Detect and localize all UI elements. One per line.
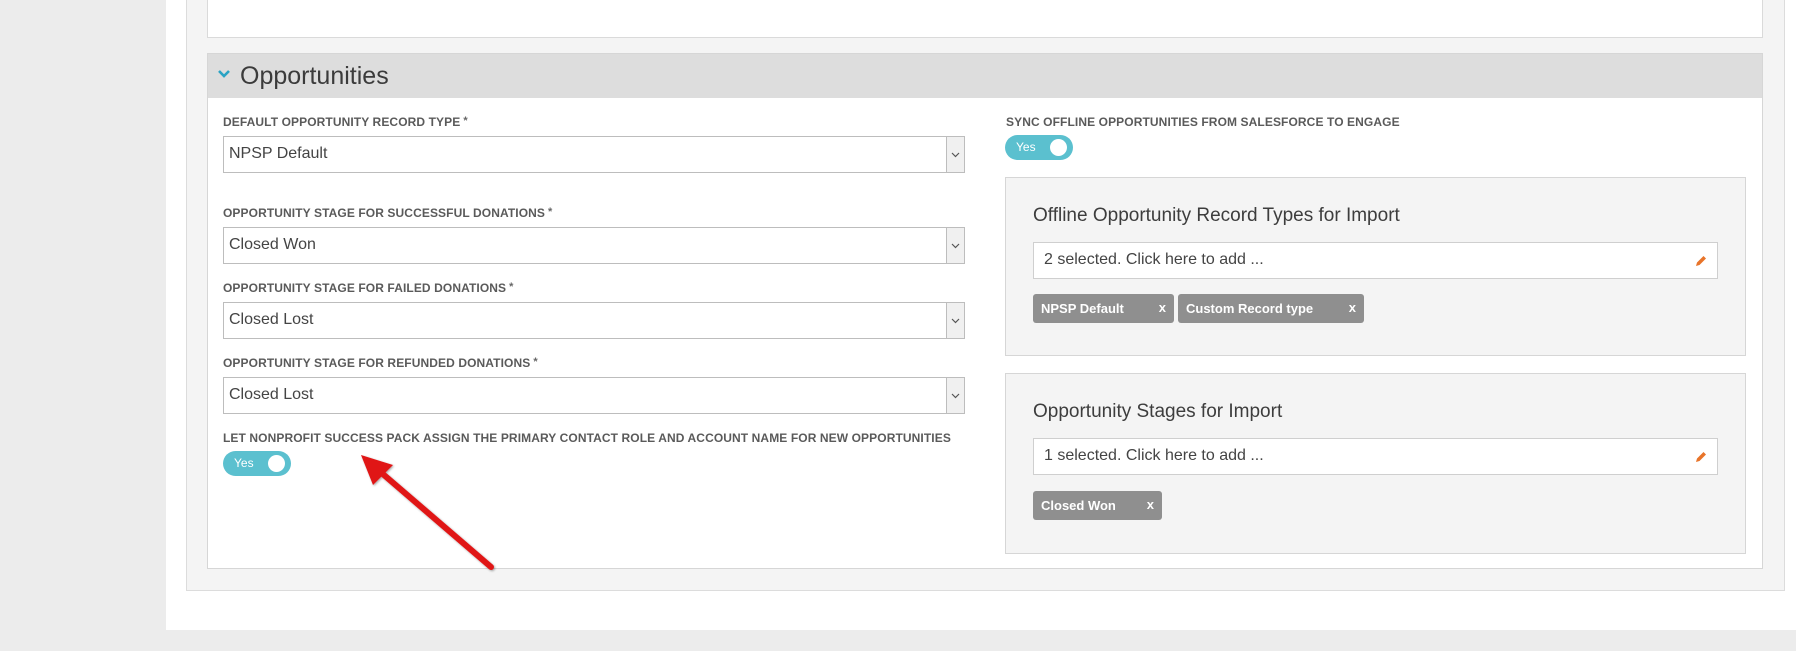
successful-stage-select[interactable]: Closed Won [223, 227, 965, 264]
dropdown-button[interactable] [946, 137, 964, 172]
multiselect-text: 1 selected. Click here to add ... [1044, 447, 1264, 464]
opportunities-section-header[interactable]: Opportunities [208, 54, 1762, 98]
stages-title: Opportunity Stages for Import [1033, 401, 1283, 422]
chevron-down-icon [951, 393, 960, 398]
chip-remove-button[interactable]: x [1349, 300, 1356, 315]
select-value: NPSP Default [229, 145, 328, 162]
dropdown-button[interactable] [946, 303, 964, 338]
chip-custom-record-type: Custom Record type x [1178, 294, 1364, 323]
toggle-label: Yes [1016, 140, 1036, 154]
failed-stage-select[interactable]: Closed Lost [223, 302, 965, 339]
previous-section-card [207, 0, 1763, 38]
annotation-arrow-icon [361, 455, 494, 570]
chip-npsp-default: NPSP Default x [1033, 294, 1174, 323]
chevron-down-icon [951, 152, 960, 157]
select-value: Closed Lost [229, 386, 314, 403]
default-record-type-label: DEFAULT OPPORTUNITY RECORD TYPE * [223, 115, 468, 129]
chevron-down-icon[interactable] [218, 69, 230, 79]
select-value: Closed Lost [229, 311, 314, 328]
toggle-knob [268, 455, 285, 472]
stages-multiselect[interactable]: 1 selected. Click here to add ... [1033, 438, 1718, 475]
refunded-stage-label: OPPORTUNITY STAGE FOR REFUNDED DONATIONS… [223, 356, 538, 370]
sync-offline-toggle[interactable]: Yes [1005, 135, 1073, 160]
default-record-type-select[interactable]: NPSP Default [223, 136, 965, 173]
select-value: Closed Won [229, 236, 316, 253]
sync-offline-label: SYNC OFFLINE OPPORTUNITIES FROM SALESFOR… [1006, 115, 1400, 129]
chip-label: Closed Won [1041, 498, 1116, 513]
chip-label: Custom Record type [1186, 301, 1314, 316]
refunded-stage-select[interactable]: Closed Lost [223, 377, 965, 414]
record-types-multiselect[interactable]: 2 selected. Click here to add ... [1033, 242, 1718, 279]
stages-import-box: Opportunity Stages for Import 1 selected… [1005, 373, 1746, 554]
chevron-down-icon [951, 318, 960, 323]
chip-closed-won: Closed Won x [1033, 491, 1162, 520]
record-types-import-box: Offline Opportunity Record Types for Imp… [1005, 177, 1746, 356]
record-types-title: Offline Opportunity Record Types for Imp… [1033, 205, 1400, 226]
npsp-assign-toggle[interactable]: Yes [223, 451, 291, 476]
npsp-assign-label: LET NONPROFIT SUCCESS PACK ASSIGN THE PR… [223, 431, 951, 445]
dropdown-button[interactable] [946, 228, 964, 263]
failed-stage-label: OPPORTUNITY STAGE FOR FAILED DONATIONS * [223, 281, 514, 295]
chip-label: NPSP Default [1041, 301, 1124, 316]
dropdown-button[interactable] [946, 378, 964, 413]
chip-remove-button[interactable]: x [1159, 300, 1166, 315]
toggle-knob [1050, 139, 1067, 156]
chevron-down-icon [951, 243, 960, 248]
toggle-label: Yes [234, 456, 254, 470]
multiselect-text: 2 selected. Click here to add ... [1044, 251, 1264, 268]
successful-stage-label: OPPORTUNITY STAGE FOR SUCCESSFUL DONATIO… [223, 206, 553, 220]
section-title: Opportunities [240, 61, 389, 90]
chip-remove-button[interactable]: x [1147, 497, 1154, 512]
pencil-icon[interactable] [1694, 450, 1708, 464]
pencil-icon[interactable] [1694, 254, 1708, 268]
